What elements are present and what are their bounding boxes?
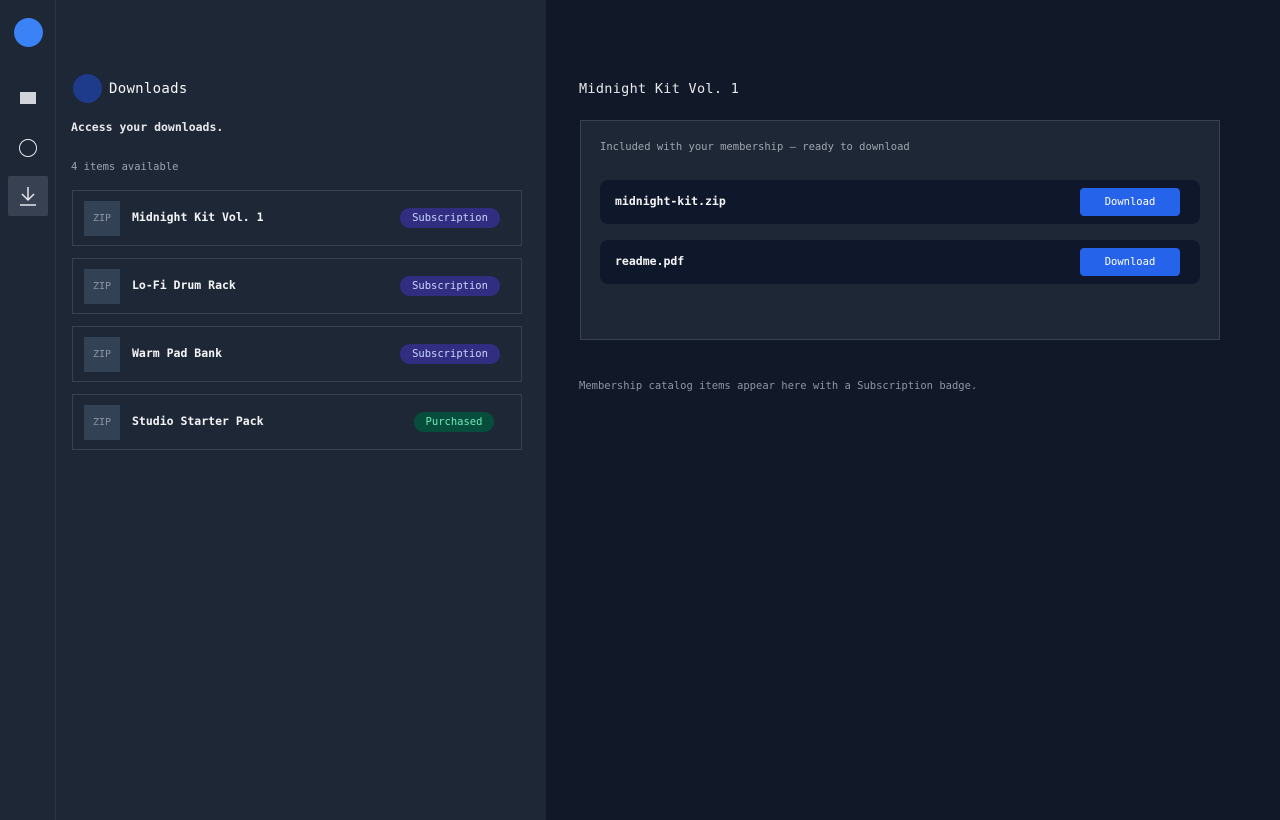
zip-icon: ZIP	[84, 337, 120, 372]
status-badge: Subscription	[400, 276, 500, 296]
status-badge: Subscription	[400, 208, 500, 228]
nav-rail	[0, 0, 56, 820]
file-name: readme.pdf	[615, 254, 685, 268]
footnote: Membership catalog items appear here wit…	[579, 380, 978, 392]
item-name: Midnight Kit Vol. 1	[132, 210, 264, 224]
membership-note: Included with your membership — ready to…	[600, 141, 910, 153]
download-icon[interactable]	[8, 176, 48, 216]
item-name: Studio Starter Pack	[132, 414, 264, 428]
file-row: readme.pdf Download	[600, 240, 1200, 284]
list-item[interactable]: ZIP Studio Starter Pack Purchased	[72, 394, 522, 450]
downloads-list-pane: Downloads Access your downloads. 4 items…	[56, 0, 546, 820]
download-card: Included with your membership — ready to…	[580, 120, 1220, 340]
item-count: 4 items available	[71, 161, 179, 173]
avatar	[73, 74, 102, 103]
app-logo[interactable]	[14, 18, 43, 47]
download-button[interactable]: Download	[1080, 188, 1180, 216]
page-subtitle: Access your downloads.	[71, 120, 224, 134]
list-header: Downloads	[73, 74, 188, 103]
file-name: midnight-kit.zip	[615, 194, 726, 208]
page-title: Downloads	[109, 80, 188, 97]
library-icon[interactable]	[8, 78, 48, 118]
account-icon[interactable]	[8, 128, 48, 168]
download-list: ZIP Midnight Kit Vol. 1 Subscription ZIP…	[72, 190, 522, 462]
detail-title: Midnight Kit Vol. 1	[579, 81, 740, 97]
zip-icon: ZIP	[84, 201, 120, 236]
list-item[interactable]: ZIP Lo-Fi Drum Rack Subscription	[72, 258, 522, 314]
zip-icon: ZIP	[84, 269, 120, 304]
status-badge: Purchased	[414, 412, 494, 432]
zip-icon: ZIP	[84, 405, 120, 440]
download-button[interactable]: Download	[1080, 248, 1180, 276]
item-name: Lo-Fi Drum Rack	[132, 278, 236, 292]
list-item[interactable]: ZIP Warm Pad Bank Subscription	[72, 326, 522, 382]
status-badge: Subscription	[400, 344, 500, 364]
file-row: midnight-kit.zip Download	[600, 180, 1200, 224]
item-name: Warm Pad Bank	[132, 346, 223, 360]
list-item[interactable]: ZIP Midnight Kit Vol. 1 Subscription	[72, 190, 522, 246]
